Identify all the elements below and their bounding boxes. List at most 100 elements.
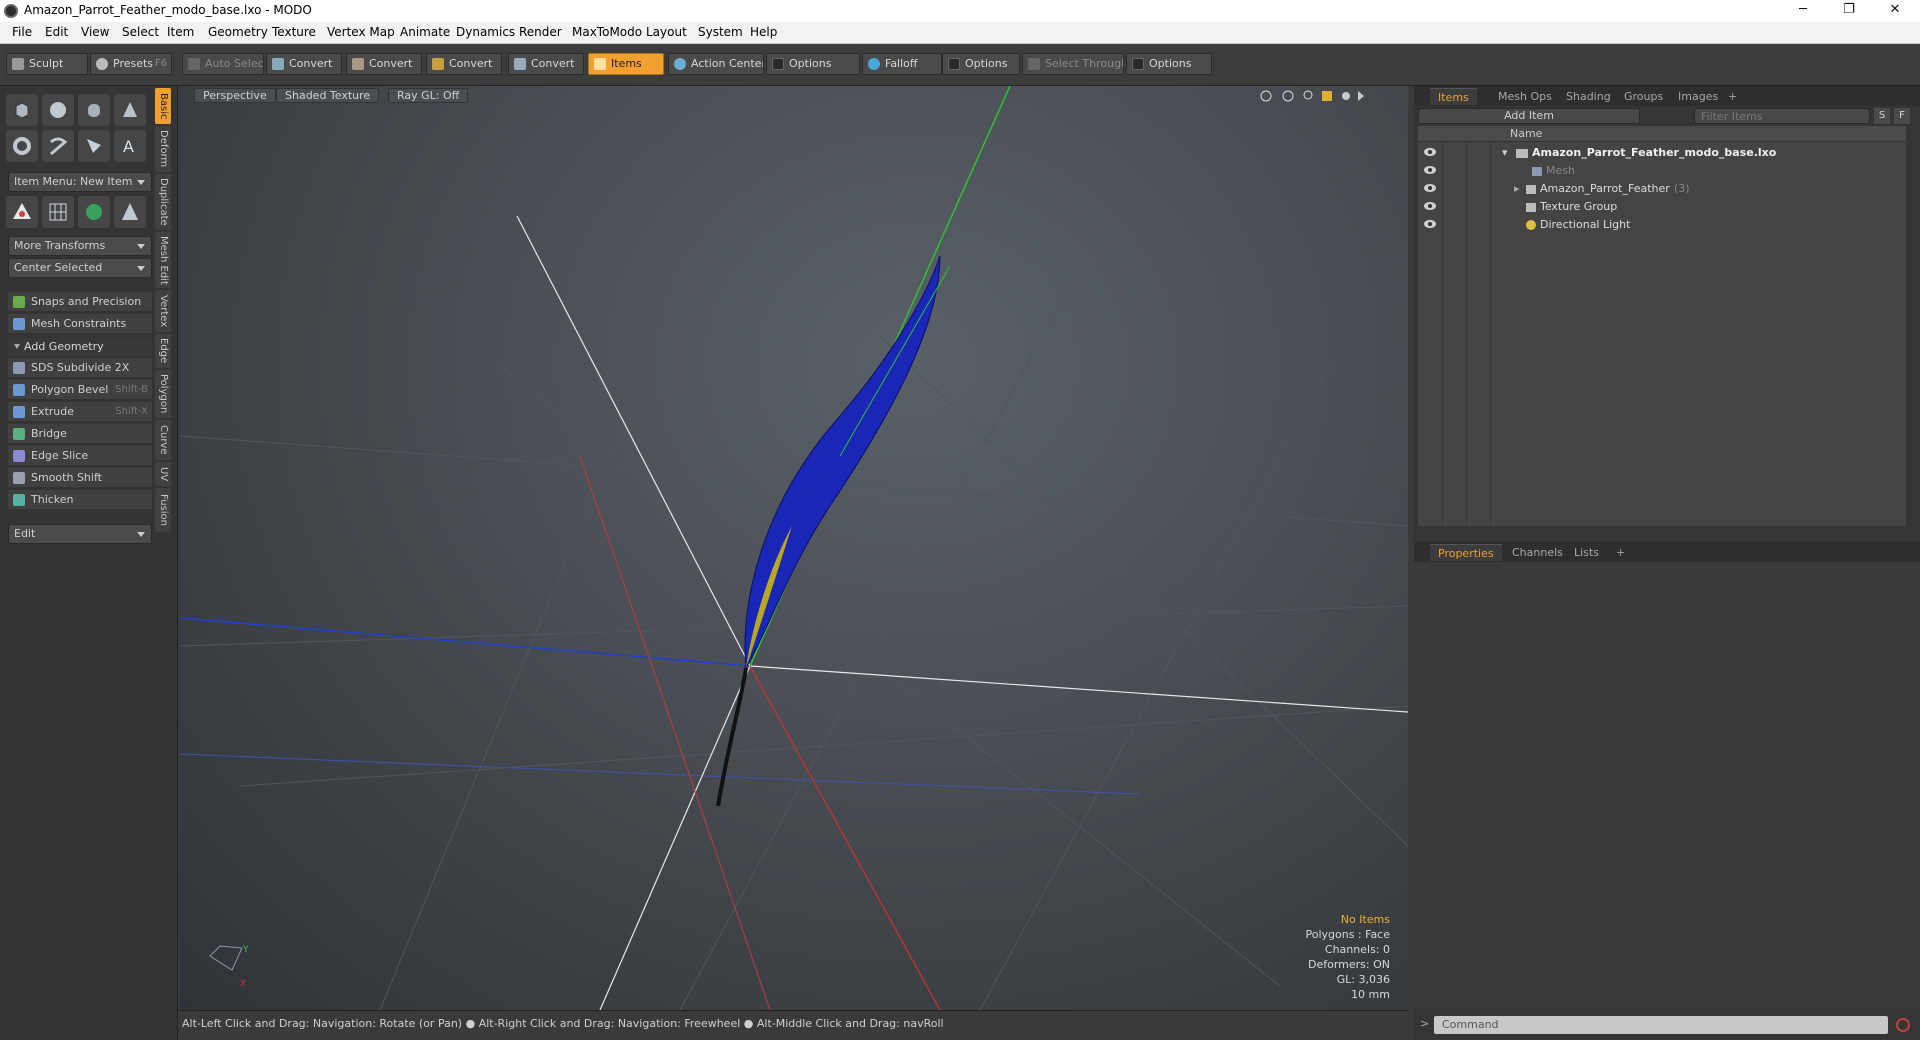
edit-dropdown[interactable]: Edit xyxy=(8,524,152,544)
raygl-button[interactable]: Ray GL: Off xyxy=(388,88,469,103)
visibility-eye-icon[interactable] xyxy=(1424,166,1436,174)
tab-channels[interactable]: Channels xyxy=(1504,544,1571,561)
filter-items-input[interactable] xyxy=(1694,108,1870,124)
transform-tool-button[interactable] xyxy=(6,196,38,228)
menu-dynamics[interactable]: Dynamics xyxy=(456,25,515,39)
menu-help[interactable]: Help xyxy=(750,25,777,39)
tab-lists[interactable]: Lists xyxy=(1566,544,1607,561)
tab-duplicate[interactable]: Duplicate xyxy=(155,174,171,230)
visibility-eye-icon[interactable] xyxy=(1424,202,1436,210)
pen-tool-button[interactable] xyxy=(78,130,110,162)
thicken-button[interactable]: Thicken xyxy=(8,490,152,510)
tab-shading[interactable]: Shading xyxy=(1558,88,1619,105)
tab-vertex[interactable]: Vertex xyxy=(155,290,171,332)
menu-view[interactable]: View xyxy=(81,25,109,39)
tree-row-mesh[interactable]: Mesh xyxy=(1418,162,1906,180)
tab-fusion[interactable]: Fusion xyxy=(155,488,171,532)
menu-system[interactable]: System xyxy=(698,25,743,39)
tab-basic[interactable]: Basic xyxy=(155,88,171,124)
grid-tool-button[interactable] xyxy=(42,196,74,228)
tab-mesh-edit[interactable]: Mesh Edit xyxy=(155,232,171,288)
tab-properties[interactable]: Properties xyxy=(1430,544,1502,561)
menu-geometry[interactable]: Geometry xyxy=(208,25,268,39)
add-geometry-section[interactable]: Add Geometry xyxy=(8,338,152,356)
close-button[interactable]: ✕ xyxy=(1872,0,1918,22)
menu-maxtomodo[interactable]: MaxToModo xyxy=(572,25,642,39)
falloff-button[interactable]: Falloff xyxy=(862,53,942,75)
visibility-eye-icon[interactable] xyxy=(1424,184,1436,192)
tab-polygon[interactable]: Polygon xyxy=(155,370,171,418)
s-button[interactable]: S xyxy=(1874,108,1890,124)
tab-items[interactable]: Items xyxy=(1430,88,1477,105)
expand-arrow-icon[interactable] xyxy=(1358,91,1364,101)
items-mode-button[interactable]: Items xyxy=(588,53,664,75)
more-transforms-dropdown[interactable]: More Transforms xyxy=(8,236,152,256)
convert-vertex-button[interactable]: Convert xyxy=(266,53,342,75)
zoom-icon[interactable] xyxy=(1303,90,1313,100)
pan-icon[interactable] xyxy=(1260,90,1272,102)
options-button-2[interactable]: Options xyxy=(942,53,1020,75)
shading-mode-button[interactable]: Shaded Texture xyxy=(276,88,380,103)
smooth-shift-button[interactable]: Smooth Shift xyxy=(8,468,152,488)
center-selected-dropdown[interactable]: Center Selected xyxy=(8,258,152,278)
edge-slice-button[interactable]: Edge Slice xyxy=(8,446,152,466)
tree-row-scene[interactable]: ▾ Amazon_Parrot_Feather_modo_base.lxo xyxy=(1418,144,1906,162)
sculpt-button[interactable]: Sculpt xyxy=(6,53,88,75)
feather-vane[interactable] xyxy=(744,255,941,670)
snaps-precision-button[interactable]: Snaps and Precision xyxy=(8,292,152,312)
minimize-button[interactable]: ─ xyxy=(1780,0,1826,22)
menu-vertex-map[interactable]: Vertex Map xyxy=(327,25,395,39)
sds-subdivide-button[interactable]: SDS Subdivide 2X xyxy=(8,358,152,378)
viewport-nav-icons[interactable] xyxy=(1258,88,1368,104)
menu-texture[interactable]: Texture xyxy=(272,25,316,39)
expand-arrow-icon[interactable]: ▸ xyxy=(1514,180,1520,198)
restore-button[interactable]: ❐ xyxy=(1826,0,1872,22)
cone-tool-button[interactable] xyxy=(114,94,146,126)
text-tool-button[interactable]: A xyxy=(114,130,146,162)
menu-render[interactable]: Render xyxy=(519,25,562,39)
3d-viewport[interactable]: Y X Perspective Shaded Texture Ray GL: O… xyxy=(180,86,1408,1010)
cylinder-tool-button[interactable] xyxy=(78,94,110,126)
convert-item-button[interactable]: Convert xyxy=(508,53,584,75)
convert-edge-button[interactable]: Convert xyxy=(346,53,422,75)
presets-button[interactable]: Presets F6 xyxy=(90,53,172,75)
mesh-constraints-button[interactable]: Mesh Constraints xyxy=(8,314,152,334)
cube-tool-button[interactable] xyxy=(6,94,38,126)
command-input[interactable]: Command xyxy=(1434,1016,1888,1034)
name-column-header[interactable]: Name xyxy=(1510,127,1542,140)
add-tab-button[interactable]: + xyxy=(1720,88,1745,105)
options-button-3[interactable]: Options xyxy=(1126,53,1212,75)
torus-tool-button[interactable] xyxy=(6,130,38,162)
rotate-icon[interactable] xyxy=(1282,90,1294,102)
record-icon[interactable] xyxy=(1896,1018,1910,1032)
tree-row-light[interactable]: Directional Light xyxy=(1418,216,1906,234)
add-item-dropdown[interactable]: Add Item xyxy=(1418,108,1640,124)
tab-deform[interactable]: Deform xyxy=(155,126,171,172)
collapse-arrow-icon[interactable]: ▾ xyxy=(1502,144,1508,162)
menu-layout[interactable]: Layout xyxy=(646,25,687,39)
action-center-button[interactable]: Action Center xyxy=(668,53,764,75)
add-tab-button[interactable]: + xyxy=(1608,544,1633,561)
auto-select-button[interactable]: Auto Select xyxy=(182,53,264,75)
menu-edit[interactable]: Edit xyxy=(45,25,68,39)
tab-uv[interactable]: UV xyxy=(155,462,171,486)
tab-images[interactable]: Images xyxy=(1670,88,1726,105)
pyramid-tool-button[interactable] xyxy=(114,196,146,228)
menu-item[interactable]: Item xyxy=(167,25,194,39)
visibility-eye-icon[interactable] xyxy=(1424,220,1436,228)
polygon-bevel-button[interactable]: Polygon Bevel Shift-B xyxy=(8,380,152,400)
tree-row-texture-group[interactable]: Texture Group xyxy=(1418,198,1906,216)
menu-select[interactable]: Select xyxy=(122,25,159,39)
f-button[interactable]: F xyxy=(1894,108,1910,124)
capsule-tool-button[interactable] xyxy=(42,130,74,162)
options-button-1[interactable]: Options xyxy=(766,53,860,75)
menu-file[interactable]: File xyxy=(12,25,32,39)
visibility-eye-icon[interactable] xyxy=(1424,148,1436,156)
fit-icon[interactable] xyxy=(1322,91,1332,101)
tab-mesh-ops[interactable]: Mesh Ops xyxy=(1490,88,1560,105)
tree-row-feather[interactable]: ▸ Amazon_Parrot_Feather (3) xyxy=(1418,180,1906,198)
item-menu-dropdown[interactable]: Item Menu: New Item xyxy=(8,172,152,192)
view-type-button[interactable]: Perspective xyxy=(194,88,276,103)
menu-animate[interactable]: Animate xyxy=(400,25,450,39)
bridge-button[interactable]: Bridge xyxy=(8,424,152,444)
